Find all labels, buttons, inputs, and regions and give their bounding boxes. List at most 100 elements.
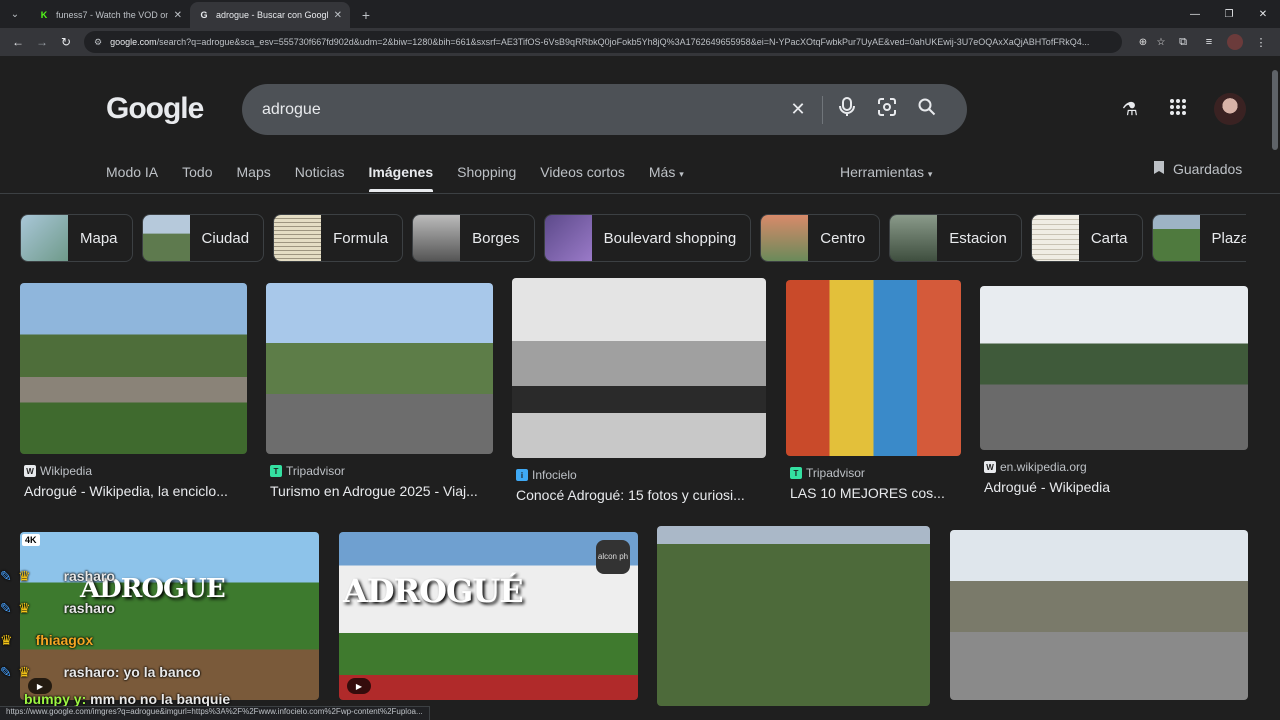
result-image[interactable] [20,283,247,454]
profile-avatar[interactable] [1227,34,1243,50]
forward-icon[interactable]: → [30,35,54,49]
result-source: Infocielo [532,468,577,482]
clear-icon[interactable]: ✕ [778,99,818,120]
image-result[interactable] [950,530,1248,700]
new-tab-icon[interactable]: + [356,5,376,25]
kick-icon: K [40,10,48,20]
result-image[interactable] [786,280,961,456]
chip-thumbnail [761,215,809,261]
chat-user: bumpy y: [24,691,87,707]
image-result[interactable]: T Tripadvisor LAS 10 MEJORES cos... [786,280,961,501]
divider [822,95,823,124]
chip-centro[interactable]: Centro [760,214,881,262]
chip-thumbnail [1031,215,1079,261]
account-avatar[interactable] [1214,93,1246,125]
tab-mas[interactable]: Más ▾ [649,164,684,192]
saved-label: Guardados [1173,161,1243,177]
result-image[interactable]: ADROGUÉ alcon ph ▶ [339,532,638,700]
close-window-icon[interactable]: ✕ [1246,9,1280,20]
media-icon[interactable]: ≡ [1196,36,1222,48]
chip-mapa[interactable]: Mapa [20,214,133,262]
chip-ciudad[interactable]: Ciudad [141,214,265,262]
tab-modo-ia[interactable]: Modo IA [106,164,158,192]
labs-flask-icon[interactable]: ⚗ [1106,99,1154,120]
apps-grid-icon[interactable] [1154,98,1202,121]
zoom-icon[interactable]: ⊕ [1134,37,1152,48]
site-info-icon[interactable]: ⚙ [94,37,102,48]
play-icon: ▶ [347,678,371,694]
url-host: google.com [110,37,157,47]
lens-icon[interactable] [867,97,907,122]
result-title[interactable]: LAS 10 MEJORES cos... [790,485,961,501]
chat-text: yo la banco [123,664,201,680]
restore-icon[interactable]: ❐ [1212,9,1246,20]
minimize-icon[interactable]: — [1178,9,1212,20]
image-result[interactable]: W Wikipedia Adrogué - Wikipedia, la encic… [20,283,247,499]
video-result[interactable]: ADROGUÉ alcon ph ▶ [339,532,638,700]
tab-noticias[interactable]: Noticias [295,164,345,192]
dropdown-arrow-icon: ▾ [927,169,933,179]
google-icon: G [200,10,208,20]
search-input[interactable] [262,100,778,119]
chip-thumbnail [274,215,322,261]
result-image[interactable] [266,283,493,454]
chat-message: ✎ ♛ rasharo: yo la banco [0,656,300,688]
microphone-icon[interactable] [827,97,867,122]
result-title[interactable]: Turismo en Adrogue 2025 - Viaj... [270,483,493,499]
chip-carta[interactable]: Carta [1030,214,1143,262]
tools-button[interactable]: Herramientas ▾ [840,164,932,180]
result-image[interactable] [950,530,1248,700]
header-actions: ⚗ [1106,93,1246,125]
close-icon[interactable]: ✕ [174,10,182,21]
search-box: ✕ [242,84,967,135]
result-image[interactable] [657,526,930,706]
chip-boulevard-shopping[interactable]: Boulevard shopping [543,214,752,262]
result-image[interactable] [980,286,1248,450]
chip-borges[interactable]: Borges [412,214,535,262]
result-title[interactable]: Adrogué - Wikipedia [984,479,1248,495]
scrollbar-thumb[interactable] [1272,70,1278,150]
result-title[interactable]: Conocé Adrogué: 15 fotos y curiosi... [516,487,766,503]
result-source: en.wikipedia.org [1000,460,1087,474]
chip-label: Estacion [949,229,1007,247]
chat-user: rasharo [63,568,115,584]
image-result[interactable]: Wen.wikipedia.org Adrogué - Wikipedia [980,286,1248,495]
browser-tab-active[interactable]: G adrogue - Buscar con Google ✕ [190,2,350,28]
tripadvisor-icon: T [790,467,802,479]
close-icon[interactable]: ✕ [334,10,342,21]
result-title[interactable]: Adrogué - Wikipedia, la enciclo... [24,483,247,499]
menu-icon[interactable]: ⋮ [1248,36,1274,49]
tab-maps[interactable]: Maps [237,164,271,192]
image-result[interactable] [657,526,930,706]
back-icon[interactable]: ← [6,35,30,49]
chip-label: Carta [1090,229,1128,247]
address-bar[interactable]: ⚙ google.com/search?q=adrogue&sca_esv=55… [84,31,1122,53]
google-logo[interactable]: Google [106,92,204,126]
chip-plaza[interactable]: Plaza [1151,214,1246,262]
browser-tab[interactable]: K funess7 - Watch the VOD on Ki ✕ [30,2,190,28]
chip-formula[interactable]: Formula [273,214,404,262]
4k-badge: 4K [22,534,40,546]
chat-user: fhiaagox [35,632,94,648]
reload-icon[interactable]: ↻ [54,35,78,49]
image-result[interactable]: T Tripadvisor Turismo en Adrogue 2025 - V… [266,283,493,499]
tab-imagenes[interactable]: Imágenes [369,164,434,192]
search-icon[interactable] [907,98,947,121]
bookmark-star-icon[interactable]: ☆ [1152,37,1170,48]
chat-message: ✎ ♛ rasharo [0,592,300,624]
chip-estacion[interactable]: Estacion [889,214,1022,262]
saved-button[interactable]: Guardados [1153,160,1242,178]
image-result[interactable]: i Infocielo Conocé Adrogué: 15 fotos y cu… [512,278,766,503]
chip-label: Borges [472,229,520,247]
result-image[interactable] [512,278,766,458]
window-controls: — ❐ ✕ [1178,0,1280,28]
result-source: Tripadvisor [286,464,345,478]
extensions-icon[interactable]: ⧉ [1170,36,1196,49]
tab-todo[interactable]: Todo [182,164,212,192]
tab-videos-cortos[interactable]: Videos cortos [540,164,625,192]
refinement-chips: Mapa Ciudad Formula Borges Boulevard sho… [20,214,1246,262]
tab-search-icon[interactable]: ⌄ [4,4,26,24]
tab-shopping[interactable]: Shopping [457,164,516,192]
infocielo-icon: i [516,469,528,481]
dropdown-arrow-icon: ▾ [679,169,684,179]
